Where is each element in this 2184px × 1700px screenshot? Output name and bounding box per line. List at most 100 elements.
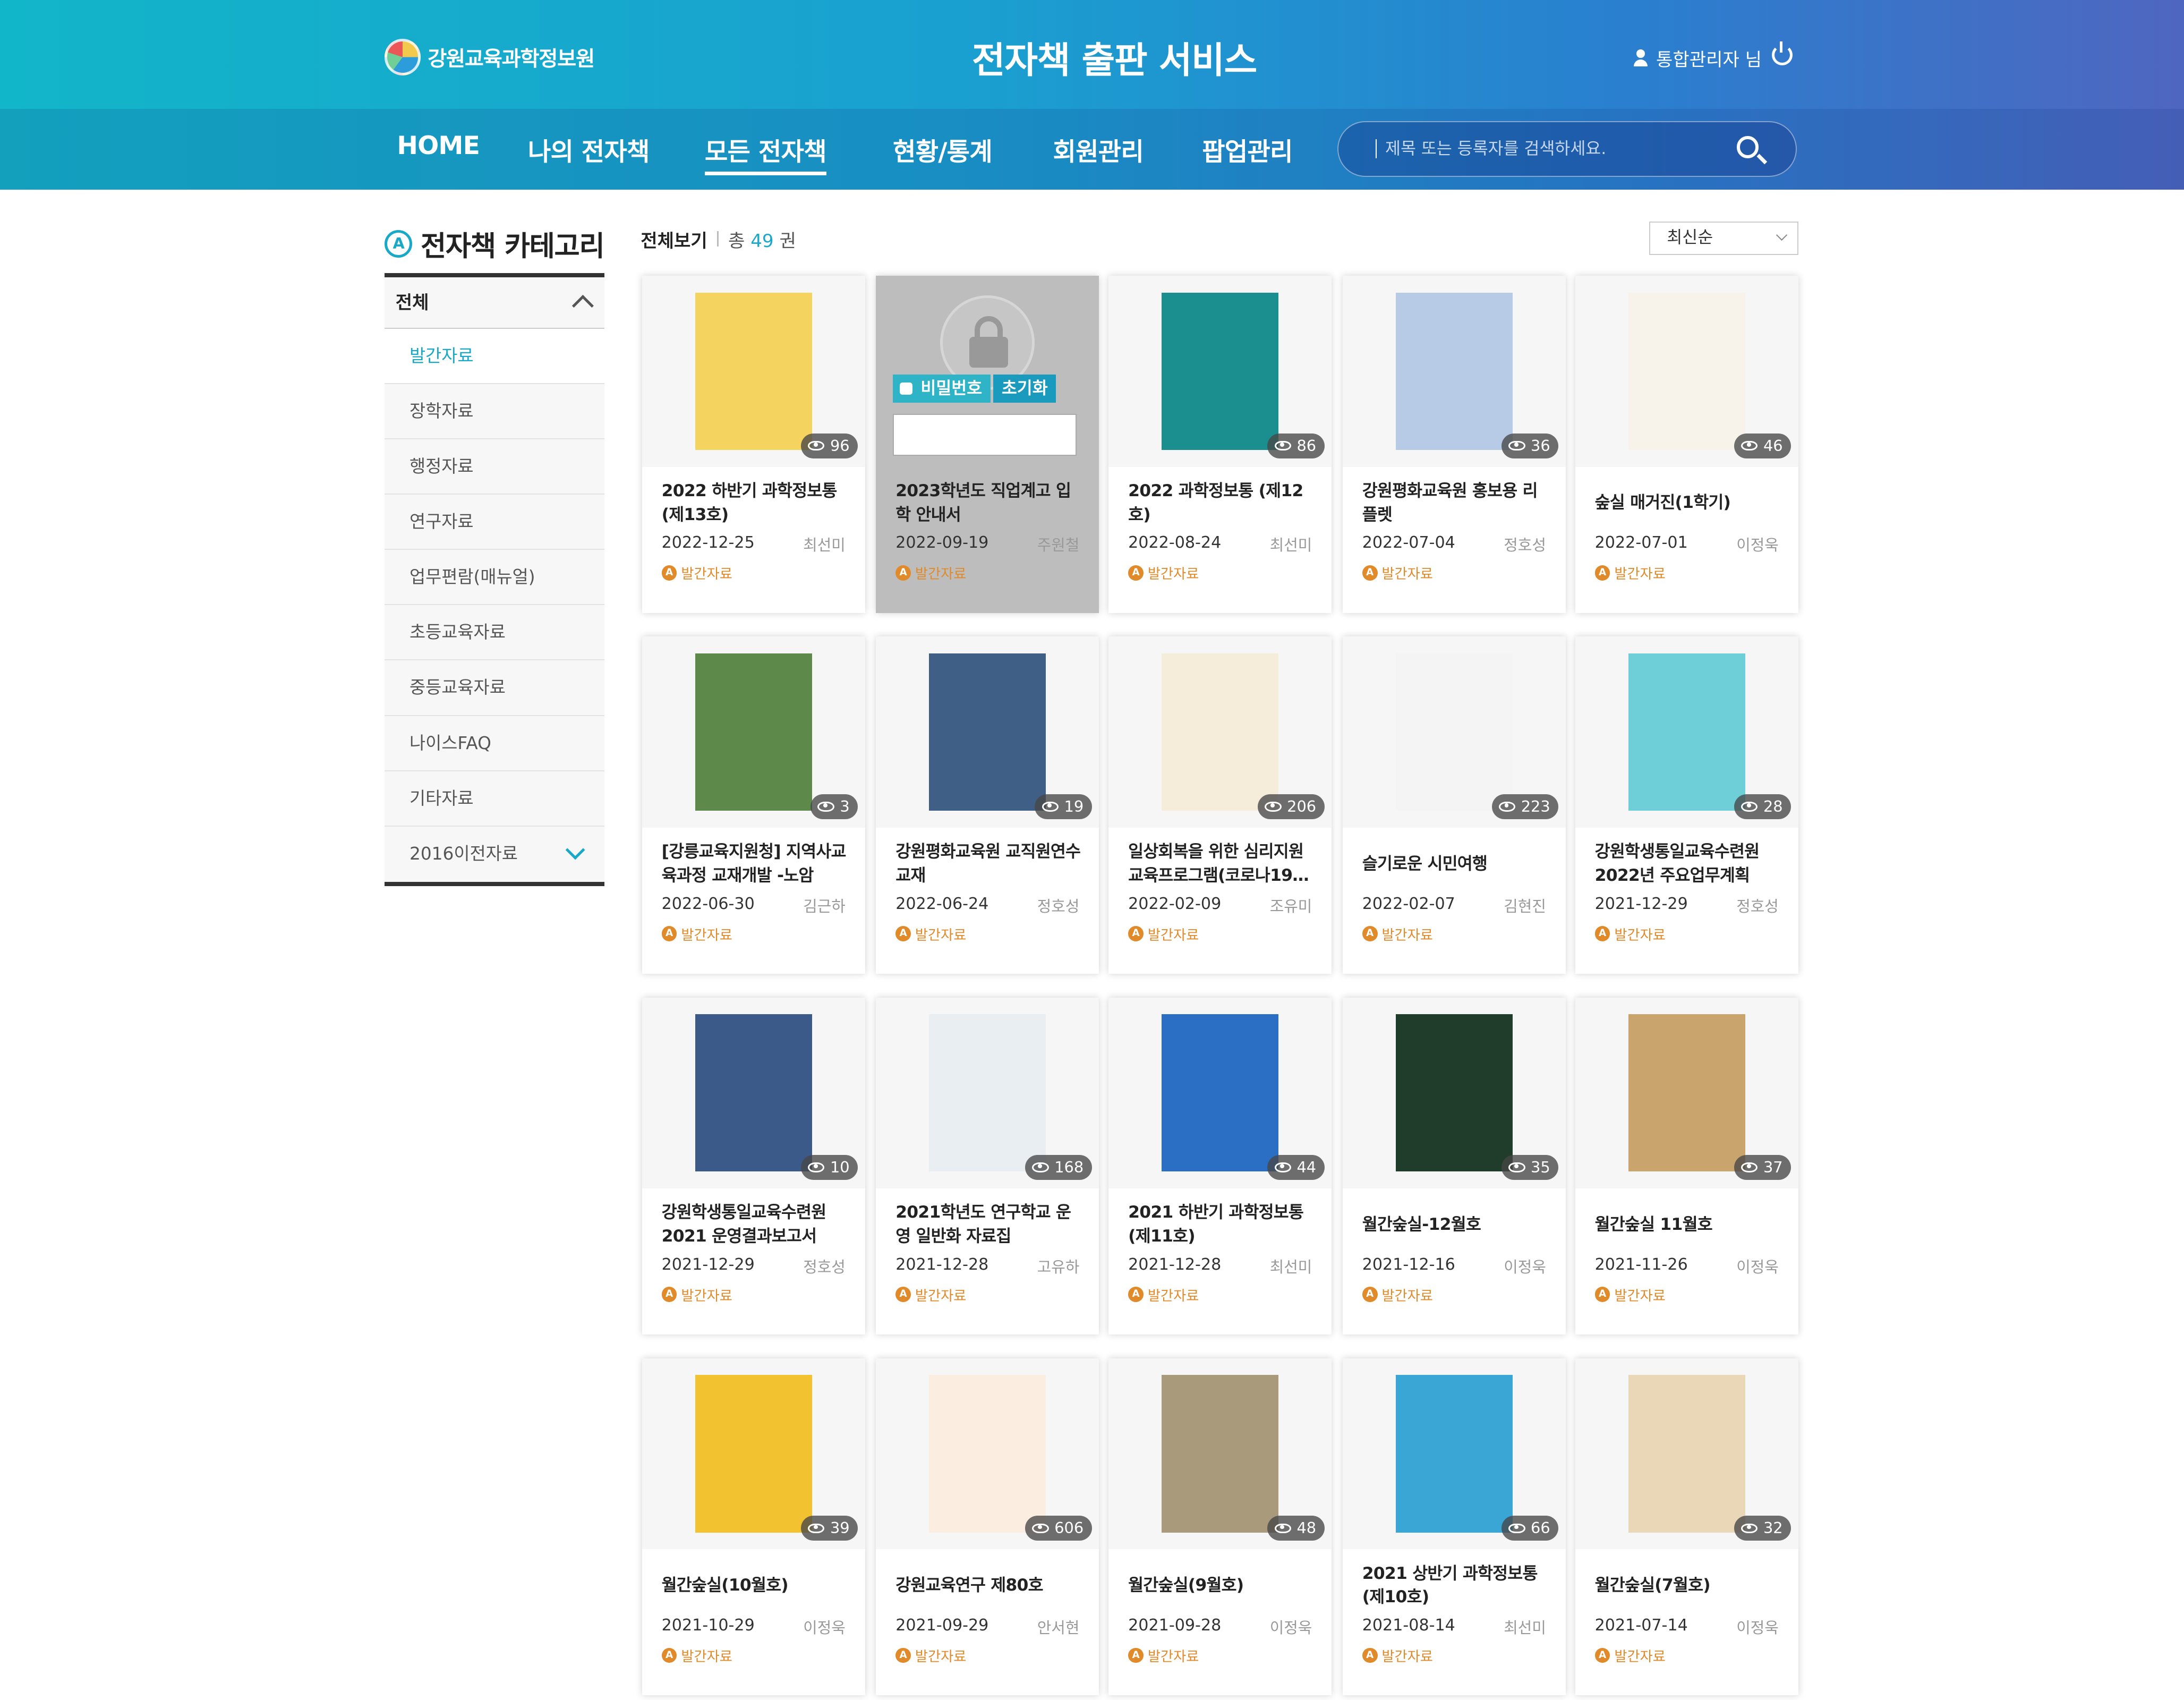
user-menu[interactable]: 통합관리자 님	[1632, 45, 1762, 71]
ebook-card[interactable]: 86 2022 과학정보통 (제12호) 2022-08-24 최선미 A 발간자료	[1108, 276, 1332, 613]
ebook-thumbnail[interactable]: 36	[1342, 276, 1566, 467]
ebook-title[interactable]: 일상회복을 위한 심리지원 교육프로그램(코로나19…	[1128, 839, 1315, 889]
ebook-thumbnail[interactable]: 28	[1575, 636, 1798, 828]
ebook-card[interactable]: 168 2021학년도 연구학교 운영 일반화 자료집 2021-12-28 고유하 A…	[876, 997, 1099, 1335]
ebook-title[interactable]: 월간숲실-12월호	[1362, 1200, 1549, 1250]
book-cover-image[interactable]	[695, 653, 812, 811]
ebook-title[interactable]: 2021 상반기 과학정보통(제10호)	[1362, 1560, 1549, 1610]
ebook-thumbnail[interactable]: 48	[1108, 1358, 1332, 1550]
book-cover-image[interactable]	[1395, 292, 1513, 450]
ebook-card[interactable]: 28 강원학생통일교육수련원 2022년 주요업무계획 2021-12-29 정호성 A…	[1575, 636, 1798, 974]
sidebar-item-pre2016[interactable]: 2016이전자료	[384, 826, 605, 882]
ebook-thumbnail[interactable]: 206	[1108, 636, 1332, 828]
logout-power-icon[interactable]	[1771, 41, 1793, 66]
nav-statistics[interactable]: 현황/통계	[893, 131, 993, 168]
sidebar-item-scholarship[interactable]: 장학자료	[384, 384, 605, 440]
ebook-title[interactable]: 월간숲실 11월호	[1595, 1200, 1781, 1250]
ebook-thumbnail[interactable]: 32	[1575, 1358, 1798, 1550]
ebook-card[interactable]: 3 [강릉교육지원청] 지역사교육과정 교재개발 -노암 2022-06-30 김근하…	[642, 636, 865, 974]
ebook-thumbnail[interactable]: 19	[876, 636, 1099, 828]
ebook-thumbnail[interactable]: 86	[1108, 276, 1332, 467]
ebook-title[interactable]: 2021학년도 연구학교 운영 일반화 자료집	[895, 1200, 1082, 1250]
ebook-title[interactable]: 2022 하반기 과학정보통 (제13호)	[662, 478, 848, 528]
ebook-card[interactable]: 32 월간숲실(7월호) 2021-07-14 이정욱 A 발간자료	[1575, 1358, 1798, 1696]
sidebar-item-published[interactable]: 발간자료	[384, 328, 605, 384]
ebook-title[interactable]: 2023학년도 직업계고 입학 안내서	[895, 478, 1082, 528]
ebook-title[interactable]: 강원학생통일교육수련원 2022년 주요업무계획	[1595, 839, 1781, 889]
ebook-thumbnail[interactable]: 10	[642, 997, 865, 1188]
sidebar-item-other[interactable]: 기타자료	[384, 771, 605, 827]
book-cover-image[interactable]	[1628, 292, 1745, 450]
ebook-card[interactable]: 37 월간숲실 11월호 2021-11-26 이정욱 A 발간자료	[1575, 997, 1798, 1335]
book-cover-image[interactable]	[1395, 1375, 1513, 1533]
book-cover-image[interactable]	[1162, 1014, 1279, 1172]
ebook-title[interactable]: 월간숲실(7월호)	[1595, 1560, 1781, 1610]
ebook-title[interactable]: 2021 하반기 과학정보통 (제11호)	[1128, 1200, 1315, 1250]
nav-my-ebooks[interactable]: 나의 전자책	[528, 131, 650, 168]
ebook-card[interactable]: 206 일상회복을 위한 심리지원 교육프로그램(코로나19… 2022-02-09…	[1108, 636, 1332, 974]
book-cover-image[interactable]	[695, 1375, 812, 1533]
sidebar-item-manual[interactable]: 업무편람(매뉴얼)	[384, 550, 605, 606]
ebook-card[interactable]: 비밀번호 초기화 2023학년도 직업계고 입학 안내서 2022-09-19 주원철 A…	[876, 276, 1099, 613]
ebook-thumbnail[interactable]: 44	[1108, 997, 1332, 1188]
search-icon[interactable]	[1736, 136, 1759, 159]
ebook-thumbnail[interactable]: 66	[1342, 1358, 1566, 1550]
ebook-card[interactable]: 19 강원평화교육원 교직원연수 교재 2022-06-24 정호성 A 발간자료	[876, 636, 1099, 974]
sidebar-item-all[interactable]: 전체	[384, 277, 605, 329]
ebook-thumbnail[interactable]: 96	[642, 276, 865, 467]
sidebar-item-elementary[interactable]: 초등교육자료	[384, 605, 605, 661]
ebook-thumbnail[interactable]: 46	[1575, 276, 1798, 467]
search-input[interactable]: 제목 또는 등록자를 검색하세요.	[1337, 121, 1797, 177]
book-cover-image[interactable]	[1162, 1375, 1279, 1533]
ebook-card[interactable]: 10 강원학생통일교육수련원 2021 운영결과보고서 2021-12-29 정호성 A…	[642, 997, 865, 1335]
book-cover-image[interactable]	[695, 292, 812, 450]
ebook-title[interactable]: 2022 과학정보통 (제12호)	[1128, 478, 1315, 528]
ebook-title[interactable]: [강릉교육지원청] 지역사교육과정 교재개발 -노암	[662, 839, 848, 889]
ebook-card[interactable]: 36 강원평화교육원 홍보용 리플렛 2022-07-04 정호성 A 발간자료	[1342, 276, 1566, 613]
reset-button[interactable]: 초기화	[993, 375, 1056, 403]
password-input[interactable]	[892, 413, 1077, 456]
ebook-card[interactable]: 35 월간숲실-12월호 2021-12-16 이정욱 A 발간자료	[1342, 997, 1566, 1335]
ebook-title[interactable]: 강원평화교육원 교직원연수 교재	[895, 839, 1082, 889]
ebook-card[interactable]: 66 2021 상반기 과학정보통(제10호) 2021-08-14 최선미 A 발간자료	[1342, 1358, 1566, 1696]
ebook-thumbnail[interactable]: 3	[642, 636, 865, 828]
ebook-title[interactable]: 월간숲실(10월호)	[662, 1560, 848, 1610]
ebook-thumbnail[interactable]: 606	[876, 1358, 1099, 1550]
book-cover-image[interactable]	[1395, 1014, 1513, 1172]
ebook-title[interactable]: 강원평화교육원 홍보용 리플렛	[1362, 478, 1549, 528]
chevron-up-icon[interactable]	[572, 295, 594, 317]
book-cover-image[interactable]	[1628, 1014, 1745, 1172]
book-cover-image[interactable]	[929, 1375, 1046, 1533]
book-cover-image[interactable]	[1162, 653, 1279, 811]
ebook-thumbnail[interactable]: 35	[1342, 997, 1566, 1188]
ebook-card[interactable]: 44 2021 하반기 과학정보통 (제11호) 2021-12-28 최선미 A 발간자…	[1108, 997, 1332, 1335]
ebook-title[interactable]: 슬기로운 시민여행	[1362, 839, 1549, 889]
book-cover-image[interactable]	[1162, 292, 1279, 450]
ebook-thumbnail[interactable]: 168	[876, 997, 1099, 1188]
book-cover-image[interactable]	[1395, 653, 1513, 811]
ebook-thumbnail[interactable]: 37	[1575, 997, 1798, 1188]
ebook-thumbnail[interactable]: 223	[1342, 636, 1566, 828]
ebook-card[interactable]: 46 숲실 매거진(1학기) 2022-07-01 이정욱 A 발간자료	[1575, 276, 1798, 613]
book-cover-image[interactable]	[929, 1014, 1046, 1172]
nav-members[interactable]: 회원관리	[1053, 131, 1144, 168]
sidebar-item-research[interactable]: 연구자료	[384, 495, 605, 550]
book-cover-image[interactable]	[695, 1014, 812, 1172]
sidebar-item-secondary[interactable]: 중등교육자료	[384, 660, 605, 716]
nav-all-ebooks[interactable]: 모든 전자책	[704, 131, 826, 176]
book-cover-image[interactable]	[1628, 653, 1745, 811]
nav-home[interactable]: HOME	[397, 131, 480, 160]
ebook-title[interactable]: 월간숲실(9월호)	[1128, 1560, 1315, 1610]
ebook-title[interactable]: 강원교육연구 제80호	[895, 1560, 1082, 1610]
ebook-card[interactable]: 39 월간숲실(10월호) 2021-10-29 이정욱 A 발간자료	[642, 1358, 865, 1696]
chevron-down-icon[interactable]	[565, 840, 585, 860]
ebook-title[interactable]: 강원학생통일교육수련원 2021 운영결과보고서	[662, 1200, 848, 1250]
sidebar-item-admin[interactable]: 행정자료	[384, 439, 605, 495]
ebook-title[interactable]: 숲실 매거진(1학기)	[1595, 478, 1781, 528]
ebook-card[interactable]: 96 2022 하반기 과학정보통 (제13호) 2022-12-25 최선미 A 발간자…	[642, 276, 865, 613]
nav-popups[interactable]: 팝업관리	[1202, 131, 1293, 168]
ebook-thumbnail[interactable]: 비밀번호 초기화	[876, 276, 1099, 467]
ebook-card[interactable]: 223 슬기로운 시민여행 2022-02-07 김현진 A 발간자료	[1342, 636, 1566, 974]
ebook-thumbnail[interactable]: 39	[642, 1358, 865, 1550]
ebook-card[interactable]: 48 월간숲실(9월호) 2021-09-28 이정욱 A 발간자료	[1108, 1358, 1332, 1696]
